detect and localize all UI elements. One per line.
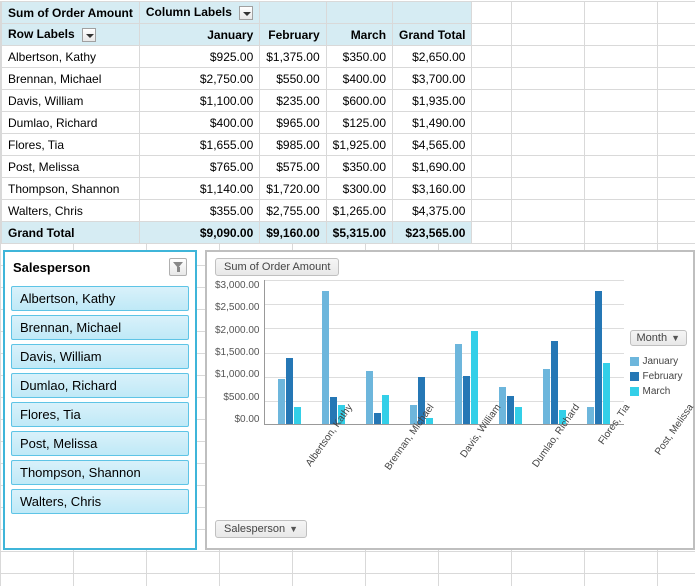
slicer-item[interactable]: Thompson, Shannon — [11, 460, 189, 485]
cell: $1,140.00 — [139, 178, 259, 200]
cell: $235.00 — [260, 90, 326, 112]
pivot-chart[interactable]: Sum of Order Amount $3,000.00$2,500.00$2… — [205, 250, 695, 550]
chevron-down-icon: ▼ — [289, 524, 298, 534]
x-axis-labels: Albertson, KathyBrennan, MichaelDavis, W… — [271, 391, 624, 466]
table-row[interactable]: Walters, Chris$355.00$2,755.00$1,265.00$… — [2, 200, 472, 222]
chevron-down-icon: ▼ — [671, 333, 680, 343]
cell: $355.00 — [139, 200, 259, 222]
cell: $400.00 — [326, 68, 392, 90]
col-jan[interactable]: January — [139, 24, 259, 46]
legend-field-pill[interactable]: Month▼ — [630, 330, 688, 346]
table-row[interactable]: Brennan, Michael$2,750.00$550.00$400.00$… — [2, 68, 472, 90]
cell: $575.00 — [260, 156, 326, 178]
cell: $1,265.00 — [326, 200, 392, 222]
clear-filter-icon[interactable] — [169, 258, 187, 276]
row-name: Walters, Chris — [2, 200, 140, 222]
row-name: Brennan, Michael — [2, 68, 140, 90]
axis-field-pill[interactable]: Salesperson▼ — [215, 520, 307, 538]
slicer-item[interactable]: Post, Melissa — [11, 431, 189, 456]
slicer-item[interactable]: Flores, Tia — [11, 402, 189, 427]
total-mar: $5,315.00 — [326, 222, 392, 244]
cell: $1,100.00 — [139, 90, 259, 112]
total-jan: $9,090.00 — [139, 222, 259, 244]
pivot-measure-label: Sum of Order Amount — [2, 2, 140, 24]
grand-total-label: Grand Total — [2, 222, 140, 244]
cell: $765.00 — [139, 156, 259, 178]
legend-swatch-jan — [630, 357, 639, 366]
slicer-item[interactable]: Walters, Chris — [11, 489, 189, 514]
row-labels-header[interactable]: Row Labels — [2, 24, 140, 46]
row-name: Albertson, Kathy — [2, 46, 140, 68]
table-row[interactable]: Albertson, Kathy$925.00$1,375.00$350.00$… — [2, 46, 472, 68]
slicer-salesperson[interactable]: Salesperson Albertson, Kathy Brennan, Mic… — [3, 250, 197, 550]
slicer-item[interactable]: Brennan, Michael — [11, 315, 189, 340]
cell: $300.00 — [326, 178, 392, 200]
cell: $350.00 — [326, 156, 392, 178]
cell: $1,655.00 — [139, 134, 259, 156]
cell: $400.00 — [139, 112, 259, 134]
table-row[interactable]: Flores, Tia$1,655.00$985.00$1,925.00$4,5… — [2, 134, 472, 156]
row-name: Thompson, Shannon — [2, 178, 140, 200]
pivot-column-labels[interactable]: Column Labels — [139, 2, 259, 24]
total-grand: $23,565.00 — [393, 222, 472, 244]
row-total: $2,650.00 — [393, 46, 472, 68]
row-total: $4,565.00 — [393, 134, 472, 156]
legend-swatch-feb — [630, 372, 639, 381]
total-feb: $9,160.00 — [260, 222, 326, 244]
row-total: $3,700.00 — [393, 68, 472, 90]
measure-pill[interactable]: Sum of Order Amount — [215, 258, 339, 276]
cell: $2,755.00 — [260, 200, 326, 222]
row-total: $3,160.00 — [393, 178, 472, 200]
cell: $985.00 — [260, 134, 326, 156]
table-row[interactable]: Post, Melissa$765.00$575.00$350.00$1,690… — [2, 156, 472, 178]
table-row[interactable]: Davis, William$1,100.00$235.00$600.00$1,… — [2, 90, 472, 112]
row-total: $1,690.00 — [393, 156, 472, 178]
y-axis-labels: $3,000.00$2,500.00$2,000.00$1,500.00$1,0… — [215, 280, 264, 425]
col-mar[interactable]: March — [326, 24, 392, 46]
slicer-item[interactable]: Dumlao, Richard — [11, 373, 189, 398]
row-name: Dumlao, Richard — [2, 112, 140, 134]
row-name: Flores, Tia — [2, 134, 140, 156]
row-dropdown-icon[interactable] — [82, 28, 96, 42]
column-dropdown-icon[interactable] — [239, 6, 253, 20]
cell: $550.00 — [260, 68, 326, 90]
row-total: $1,935.00 — [393, 90, 472, 112]
cell: $350.00 — [326, 46, 392, 68]
row-name: Davis, William — [2, 90, 140, 112]
cell: $1,925.00 — [326, 134, 392, 156]
slicer-title: Salesperson — [13, 260, 90, 275]
cell: $125.00 — [326, 112, 392, 134]
pivot-table: Sum of Order Amount Column Labels Row La… — [1, 1, 472, 244]
table-row[interactable]: Dumlao, Richard$400.00$965.00$125.00$1,4… — [2, 112, 472, 134]
legend-swatch-mar — [630, 387, 639, 396]
col-feb[interactable]: February — [260, 24, 326, 46]
row-total: $1,490.00 — [393, 112, 472, 134]
slicer-item[interactable]: Davis, William — [11, 344, 189, 369]
cell: $965.00 — [260, 112, 326, 134]
row-total: $4,375.00 — [393, 200, 472, 222]
cell: $1,720.00 — [260, 178, 326, 200]
cell: $600.00 — [326, 90, 392, 112]
slicer-item[interactable]: Albertson, Kathy — [11, 286, 189, 311]
cell: $925.00 — [139, 46, 259, 68]
cell: $2,750.00 — [139, 68, 259, 90]
row-name: Post, Melissa — [2, 156, 140, 178]
col-grand-total[interactable]: Grand Total — [393, 24, 472, 46]
table-row[interactable]: Thompson, Shannon$1,140.00$1,720.00$300.… — [2, 178, 472, 200]
cell: $1,375.00 — [260, 46, 326, 68]
